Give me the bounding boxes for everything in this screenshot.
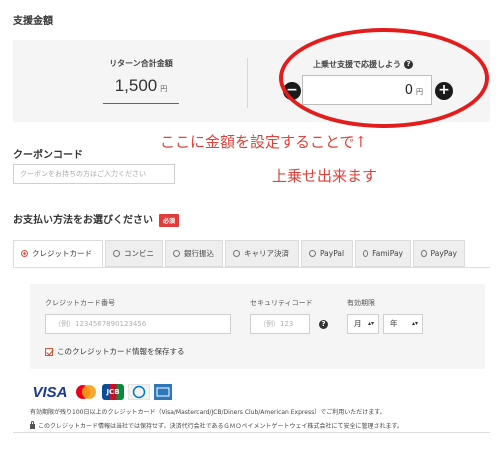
tab-convenience-store[interactable]: コンビニ xyxy=(105,240,163,267)
total-amount-display: 1,500 円 xyxy=(103,76,179,104)
tab-bank-transfer[interactable]: 銀行振込 xyxy=(165,240,223,267)
security-note-text: このクレジットカード情報は当社では保持せず、決済代行会社であるＧＭＯペイメントゲ… xyxy=(38,423,403,430)
tab-label: PayPay xyxy=(430,249,457,258)
support-amount-title: 支援金額 xyxy=(13,16,53,27)
tab-famipay[interactable]: FamiPay xyxy=(355,240,411,267)
save-card-label: このクレジットカード情報を保存する xyxy=(57,347,185,356)
coupon-title: クーポンコード xyxy=(13,150,83,161)
tab-label: 銀行振込 xyxy=(184,249,214,258)
jcb-logo: JCB xyxy=(102,384,124,400)
tab-label: FamiPay xyxy=(372,249,403,258)
tab-paypal[interactable]: PayPal xyxy=(301,240,353,267)
visa-logo: VISA xyxy=(32,383,68,401)
payment-title-text: お支払い方法をお選びください xyxy=(13,215,153,226)
card-validity-note: 有効期限が残り100日以上のクレジットカード（Visa/Mastercard/J… xyxy=(30,409,386,416)
amex-logo xyxy=(154,384,172,400)
radio-icon xyxy=(21,250,28,257)
tab-label: コンビニ xyxy=(124,249,154,258)
bottom-divider xyxy=(13,432,490,433)
total-amount-value: 1,500 xyxy=(114,76,158,95)
increase-button[interactable]: + xyxy=(435,82,453,100)
expiry-month-select[interactable]: 月 ▴▾ xyxy=(347,314,379,334)
required-badge: 必須 xyxy=(159,213,180,227)
extra-support-input[interactable]: 0円 xyxy=(302,75,432,105)
annotation-line-1: ここに金額を設定することで↑ xyxy=(160,133,368,151)
card-number-label: クレジットカード番号 xyxy=(45,299,115,307)
security-code-label: セキュリティコード xyxy=(250,299,313,307)
radio-icon xyxy=(309,250,316,257)
year-select-value: 年 xyxy=(390,319,398,328)
tab-label: クレジットカード xyxy=(32,249,92,258)
tab-label: キャリア決済 xyxy=(244,249,289,258)
amount-divider xyxy=(247,58,248,108)
extra-support-unit: 円 xyxy=(416,88,423,96)
payment-title: お支払い方法をお選びください 必須 xyxy=(13,211,180,227)
month-select-value: 月 xyxy=(354,319,362,328)
diners-club-logo xyxy=(128,384,150,400)
mastercard-logo xyxy=(74,384,98,400)
radio-icon xyxy=(173,250,180,257)
chevron-updown-icon: ▴▾ xyxy=(411,320,418,327)
save-card-option[interactable]: このクレジットカード情報を保存する xyxy=(45,346,185,357)
extra-support-label: 上乗せ支援で応援しよう? xyxy=(313,59,413,70)
security-note: このクレジットカード情報は当社では保持せず、決済代行会社であるＧＭＯペイメントゲ… xyxy=(30,421,403,430)
expiry-label: 有効期限 xyxy=(347,299,375,307)
extra-support-label-text: 上乗せ支援で応援しよう xyxy=(313,60,401,69)
card-number-input[interactable]: （例）1234567890123456 xyxy=(45,314,231,334)
annotation-line-2: 上乗せ出来ます xyxy=(272,167,378,185)
total-amount-label: リターン合計金額 xyxy=(109,59,173,68)
tab-paypay[interactable]: PayPay xyxy=(413,240,465,267)
chevron-updown-icon: ▴▾ xyxy=(367,320,374,327)
coupon-input[interactable]: クーポンをお持ちの方はご入力ください xyxy=(13,164,175,184)
security-code-input[interactable]: （例）123 xyxy=(250,314,310,334)
extra-support-value: 0 xyxy=(404,83,413,98)
expiry-year-select[interactable]: 年 ▴▾ xyxy=(383,314,423,334)
decrease-button[interactable]: − xyxy=(283,82,301,100)
tab-credit-card[interactable]: クレジットカード xyxy=(13,240,103,267)
lock-icon xyxy=(30,421,35,429)
tab-carrier-payment[interactable]: キャリア決済 xyxy=(225,240,299,267)
radio-icon xyxy=(421,250,427,257)
radio-icon xyxy=(233,250,240,257)
checkbox-checked-icon[interactable] xyxy=(45,348,53,356)
card-brand-logos: VISA JCB xyxy=(30,383,172,401)
radio-icon xyxy=(363,250,369,257)
payment-tabs: クレジットカード コンビニ 銀行振込 キャリア決済 PayPal FamiPay… xyxy=(13,240,467,267)
total-amount-unit: 円 xyxy=(160,85,168,93)
help-icon[interactable]: ? xyxy=(404,60,413,69)
tab-label: PayPal xyxy=(320,249,345,258)
radio-icon xyxy=(113,250,120,257)
security-help-icon[interactable]: ? xyxy=(319,320,328,329)
